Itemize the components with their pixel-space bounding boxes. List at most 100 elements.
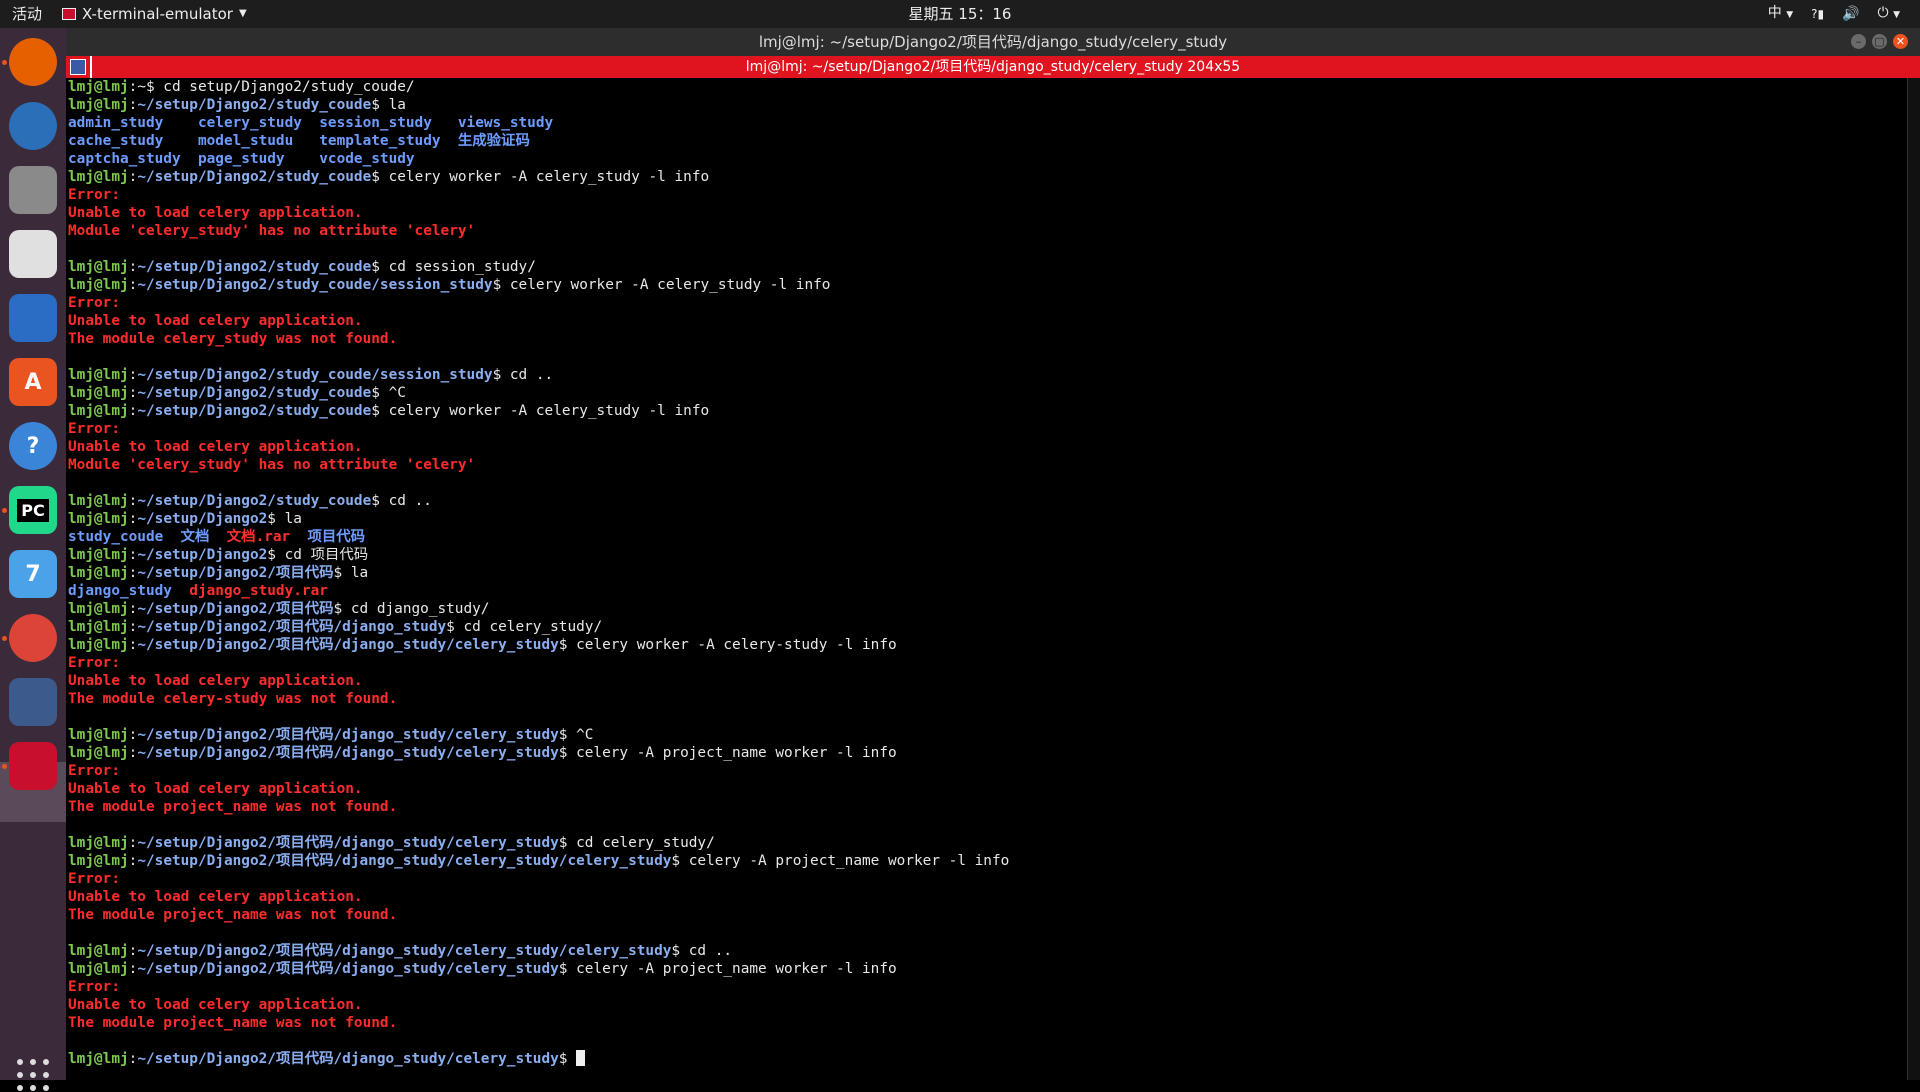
activities-button[interactable]: 活动 — [12, 0, 42, 28]
terminal-text-err: The module project_name was not found. — [68, 907, 398, 923]
terminal-text-path: ~/setup/Django2/项目代码/django_study/celery… — [137, 727, 559, 743]
terminal-text-err: Error: — [68, 655, 120, 671]
terminal-text-dir: study_coude 文档 — [68, 529, 227, 545]
terminal-line: The module project_name was not found. — [68, 906, 397, 924]
terminal-text-path: ~/setup/Django2/study_coude — [137, 169, 372, 185]
terminal-text-err: Error: — [68, 871, 120, 887]
terminal-line: Error: — [68, 654, 120, 672]
terminal-output[interactable]: lmj@lmj:~$ cd setup/Django2/study_coude/… — [66, 78, 1908, 1080]
terminal-text-path: ~/setup/Django2/study_coude — [137, 97, 372, 113]
libreoffice-writer-icon[interactable] — [9, 294, 57, 342]
terminal-text-cmd: $ celery -A project_name worker -l info — [671, 853, 1010, 869]
terminal-text-dir: captcha_study page_study vcode_study — [68, 151, 415, 167]
terminal-text-prompt: lmj@lmj — [68, 835, 129, 851]
terminal-text-cmd: $ la — [267, 511, 302, 527]
terminal-text-err: Unable to load celery application. — [68, 889, 363, 905]
terminal-text-err: The module celery-study was not found. — [68, 691, 398, 707]
terminal-icon[interactable] — [9, 742, 57, 790]
terminal-text-cmd: $ celery worker -A celery_study -l info — [371, 169, 710, 185]
software-center-icon[interactable]: A — [9, 358, 57, 406]
terminal-text-prompt: lmj@lmj — [68, 619, 129, 635]
terminal-text-prompt: lmj@lmj — [68, 385, 129, 401]
terminal-line: The module project_name was not found. — [68, 1014, 397, 1032]
terminal-line: The module celery-study was not found. — [68, 690, 397, 708]
chevron-down-icon: ▼ — [1893, 10, 1900, 20]
terminal-text-dir: admin_study celery_study session_study v… — [68, 115, 554, 131]
rhythmbox-icon[interactable] — [9, 230, 57, 278]
volume-icon[interactable]: 🔊 — [1842, 0, 1859, 28]
terminal-line: admin_study celery_study session_study v… — [68, 114, 553, 132]
terminal-text-cmd: $ celery -A project_name worker -l info — [558, 961, 897, 977]
terminal-text-path: ~/setup/Django2 — [137, 547, 268, 563]
terminal-line: study_coude 文档 文档.rar 项目代码 — [68, 528, 365, 546]
firefox-icon[interactable] — [9, 38, 57, 86]
terminal-app-icon — [62, 8, 76, 20]
help-icon[interactable]: ? — [9, 422, 57, 470]
close-icon[interactable]: ✕ — [1893, 34, 1908, 49]
show-applications-icon[interactable] — [16, 1058, 50, 1092]
terminal-text-prompt: lmj@lmj — [68, 97, 129, 113]
terminal-line: Unable to load celery application. — [68, 312, 363, 330]
terminal-text-err: Unable to load celery application. — [68, 781, 363, 797]
terminal-line: lmj@lmj:~/setup/Django2/项目代码/django_stud… — [68, 726, 593, 744]
chevron-down-icon: ▼ — [238, 8, 247, 19]
terminal-text-path: ~/setup/Django2/study_coude/session_stud… — [137, 277, 493, 293]
network-question-icon[interactable]: ?▮ — [1811, 0, 1824, 28]
terminal-text-cmd: $ celery worker -A celery_study -l info — [492, 277, 831, 293]
terminal-line: lmj@lmj:~/setup/Django2/项目代码/django_stud… — [68, 618, 602, 636]
terminal-text-prompt: lmj@lmj — [68, 637, 129, 653]
terminal-text-dir: cache_study model_studu template_study 生… — [68, 133, 530, 149]
xterm-menu-icon[interactable] — [70, 59, 86, 75]
xterm-divider — [90, 56, 92, 78]
chevron-down-icon: ▼ — [1786, 10, 1794, 20]
window-title-bar[interactable]: lmj@lmj: ~/setup/Django2/项目代码/django_stu… — [66, 28, 1920, 56]
terminal-text-cmd: $ cd django_study/ — [333, 601, 490, 617]
terminal-text-path: ~/setup/Django2 — [137, 511, 268, 527]
files-icon[interactable] — [9, 166, 57, 214]
terminal-line: lmj@lmj:~/setup/Django2/study_coude$ la — [68, 96, 406, 114]
terminal-line: lmj@lmj:~$ cd setup/Django2/study_coude/ — [68, 78, 415, 96]
terminal-text-path: ~/setup/Django2/study_coude — [137, 385, 372, 401]
terminal-line: Error: — [68, 420, 120, 438]
minimize-icon[interactable]: – — [1851, 34, 1866, 49]
terminal-text-dir: 项目代码 — [290, 529, 366, 545]
terminal-line: lmj@lmj:~/setup/Django2/项目代码/django_stud… — [68, 960, 897, 978]
chrome-icon[interactable] — [9, 614, 57, 662]
visual-studio-icon[interactable]: 7 — [9, 550, 57, 598]
pycharm-icon[interactable]: PC — [9, 486, 57, 534]
terminal-text-cmd: $ celery worker -A celery-study -l info — [558, 637, 897, 653]
top-bar: 活动 X-terminal-emulator ▼ 星期五 15：16 中 ▼ ?… — [0, 0, 1920, 28]
maximize-icon[interactable]: ▢ — [1872, 34, 1887, 49]
thunderbird-icon[interactable] — [9, 102, 57, 150]
app-menu[interactable]: X-terminal-emulator ▼ — [62, 0, 247, 28]
virtualbox-icon[interactable] — [9, 678, 57, 726]
system-tray[interactable]: 中 ▼ ?▮ 🔊 ⏻ ▼ — [1768, 0, 1900, 28]
terminal-text-path: ~/setup/Django2/study_coude — [137, 259, 372, 275]
terminal-text-path: ~/setup/Django2/study_coude — [137, 493, 372, 509]
terminal-line: The module celery_study was not found. — [68, 330, 397, 348]
terminal-line: lmj@lmj:~/setup/Django2/study_coude$ ^C — [68, 384, 406, 402]
terminal-text-prompt: lmj@lmj — [68, 727, 129, 743]
terminal-text-prompt: lmj@lmj — [68, 169, 129, 185]
terminal-text-prompt: lmj@lmj — [68, 403, 129, 419]
terminal-text-path: ~/setup/Django2/项目代码/django_study/celery… — [137, 853, 672, 869]
terminal-line: Error: — [68, 762, 120, 780]
terminal-text-prompt: lmj@lmj — [68, 1051, 129, 1067]
terminal-scrollbar[interactable] — [1907, 78, 1920, 1080]
terminal-text-err: Error: — [68, 421, 120, 437]
terminal-line: Unable to load celery application. — [68, 438, 363, 456]
terminal-line: django_study django_study.rar — [68, 582, 328, 600]
clock[interactable]: 星期五 15：16 — [909, 5, 1012, 23]
power-icon[interactable]: ⏻ ▼ — [1878, 0, 1900, 29]
xterm-title: lmj@lmj: ~/setup/Django2/项目代码/django_stu… — [745, 59, 1241, 75]
dock-icon-glyph: A — [24, 369, 42, 395]
terminal-text-err: Unable to load celery application. — [68, 313, 363, 329]
terminal-line: lmj@lmj:~/setup/Django2/项目代码/django_stud… — [68, 636, 897, 654]
dock: A? PC 7 — [0, 28, 66, 1091]
terminal-text-err: Error: — [68, 187, 120, 203]
running-indicator — [2, 764, 7, 769]
input-method-indicator[interactable]: 中 ▼ — [1768, 0, 1793, 29]
terminal-text-path: ~/setup/Django2/项目代码/django_study/celery… — [137, 745, 559, 761]
terminal-text-cmd: :~$ cd setup/Django2/study_coude/ — [128, 79, 415, 95]
terminal-text-prompt: lmj@lmj — [68, 601, 129, 617]
